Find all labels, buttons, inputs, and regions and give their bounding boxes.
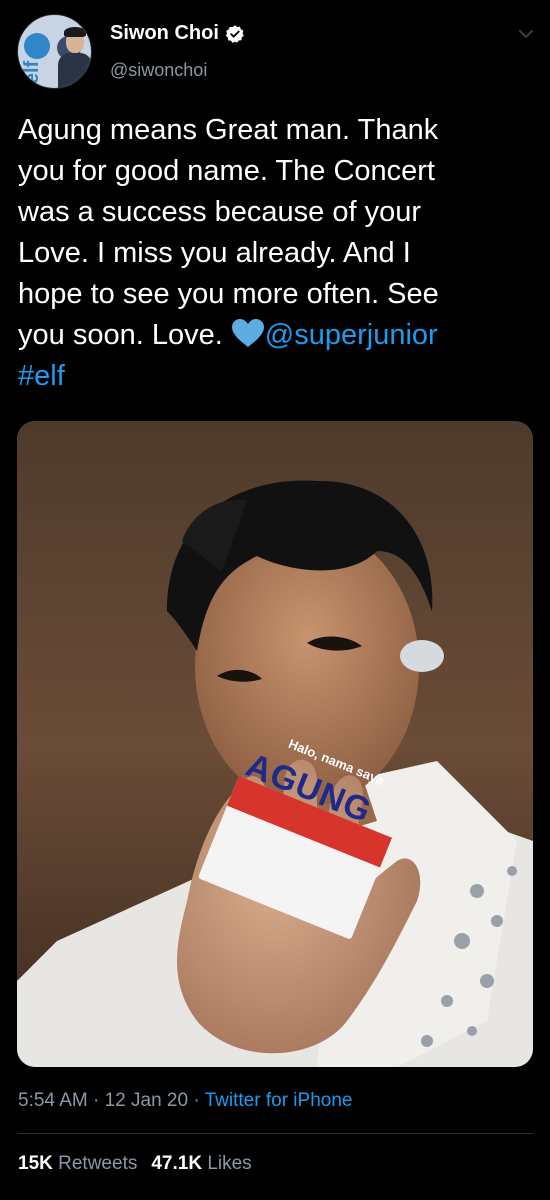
tweet-stats: 15K Retweets 47.1K Likes <box>18 1153 252 1175</box>
author-display-name[interactable]: Siwon Choi <box>110 22 219 45</box>
likes-stat[interactable]: 47.1K Likes <box>151 1153 251 1174</box>
tweet-time[interactable]: 5:54 AM <box>18 1090 88 1111</box>
author-handle[interactable]: @siwonchoi <box>110 60 207 81</box>
tweet-line: Agung means Great man. Thank <box>18 114 439 146</box>
tweet-line: you for good name. The Concert <box>18 155 435 187</box>
tweet-line: Love. I miss you already. And I <box>18 237 411 269</box>
retweets-stat[interactable]: 15K Retweets <box>18 1153 137 1174</box>
photo-illustration <box>17 421 533 1067</box>
blue-heart-icon <box>231 319 264 347</box>
tweet-line: you soon. Love. @superjunior <box>18 319 438 351</box>
author-name-row[interactable]: Siwon Choi <box>110 22 245 45</box>
logo-mark: elf <box>21 60 44 85</box>
tweet-source-link[interactable]: Twitter for iPhone <box>205 1090 353 1111</box>
tweet-header: elf Siwon Choi @siwonchoi <box>0 0 550 100</box>
tweet-line: was a success because of your <box>18 196 421 228</box>
divider <box>18 1133 533 1134</box>
tweet-date[interactable]: 12 Jan 20 <box>105 1090 188 1111</box>
mention-link[interactable]: @superjunior <box>265 319 438 351</box>
verified-badge-icon <box>225 24 244 43</box>
hashtag-link[interactable]: #elf <box>18 356 533 397</box>
chevron-down-icon[interactable] <box>518 28 534 40</box>
logo-icon <box>24 33 50 59</box>
tweet-meta: 5:54 AM · 12 Jan 20 · Twitter for iPhone <box>18 1090 353 1111</box>
tweet-line: hope to see you more often. See <box>18 278 439 310</box>
tweet-text: Agung means Great man. Thank you for goo… <box>18 110 533 397</box>
avatar[interactable]: elf <box>17 14 92 89</box>
tweet-photo[interactable]: Halo, nama saya AGUNG <box>17 421 533 1067</box>
